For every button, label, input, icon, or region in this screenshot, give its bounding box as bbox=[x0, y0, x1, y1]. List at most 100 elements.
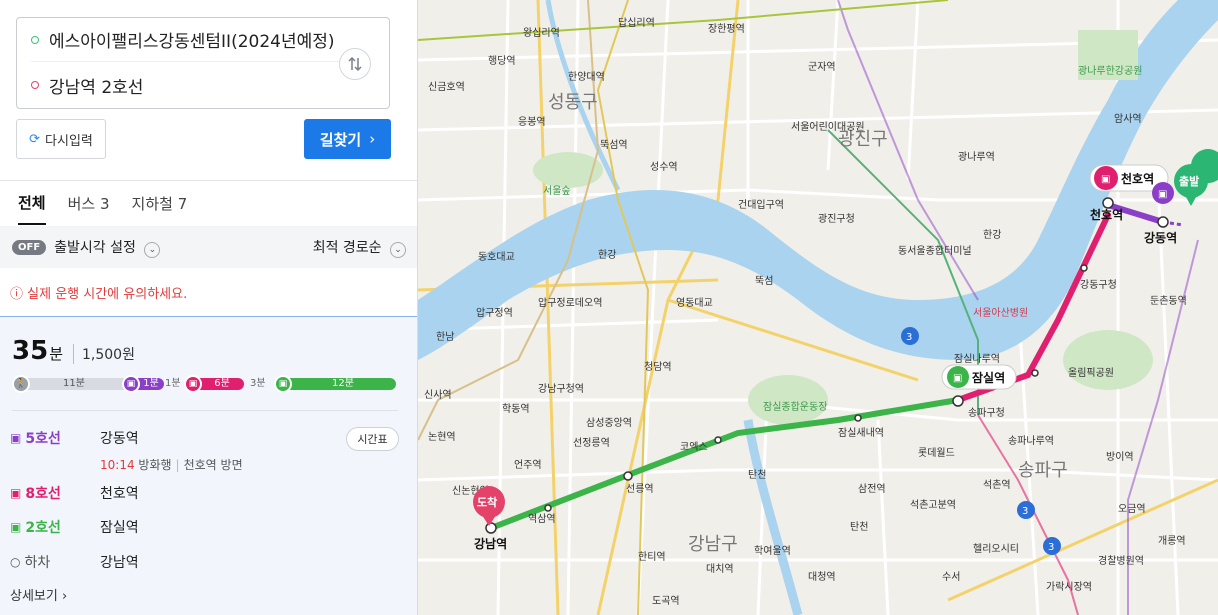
walk-icon: 🚶 bbox=[12, 375, 30, 393]
step-station: 강남역 bbox=[100, 555, 139, 571]
place-label: 잠실종합운동장 bbox=[763, 401, 827, 413]
route-search-box: 에스아이팰리스강동센텀II(2024년예정) 강남역 2호선 bbox=[16, 17, 390, 109]
station-label: 성수역 bbox=[650, 161, 678, 173]
station-label: 청담역 bbox=[644, 361, 672, 373]
station-label: 잠실나루역 bbox=[954, 353, 1000, 365]
station-label: 학여울역 bbox=[754, 545, 791, 557]
place-label: 롯데월드 bbox=[918, 447, 955, 459]
subway-line5-icon: ▣ bbox=[122, 375, 140, 393]
place-label: 서울어린이대공원 bbox=[791, 121, 865, 133]
station-label: 경찰병원역 bbox=[1098, 554, 1144, 567]
departure-toggle[interactable]: OFF bbox=[12, 239, 47, 255]
notice-message: 실제 운행 시간에 유의하세요. bbox=[27, 287, 188, 302]
next-station: 천호역 방면 bbox=[183, 458, 243, 472]
bridge-label: 영동대교 bbox=[676, 297, 713, 309]
sort-select[interactable]: 최적 경로순 ⌄ bbox=[313, 237, 406, 258]
bridge-label: 동호대교 bbox=[478, 251, 515, 263]
notice-text: ⓘ 실제 운행 시간에 유의하세요. bbox=[10, 283, 187, 302]
station-label: 장한평역 bbox=[708, 23, 745, 35]
reset-button[interactable]: ⟳ 다시입력 bbox=[16, 119, 106, 159]
chevron-down-icon: ⌄ bbox=[144, 241, 161, 258]
circle-icon: ○ bbox=[10, 555, 21, 569]
warning-icon: ⓘ bbox=[10, 287, 24, 302]
step-line-label: 8호선 bbox=[25, 486, 61, 502]
station-label: 한티역 bbox=[638, 551, 666, 563]
train-icon: ▣ bbox=[10, 431, 22, 445]
station-label: 논현역 bbox=[428, 431, 456, 443]
route-options-bar: OFF 출발시각 설정 ⌄ 최적 경로순 ⌄ bbox=[0, 226, 417, 268]
step-station: 잠실역 bbox=[100, 520, 139, 536]
place-label: 강동구청 bbox=[1080, 279, 1117, 291]
station-label: 방이역 bbox=[1106, 451, 1134, 463]
station-label: 암사역 bbox=[1114, 113, 1142, 125]
svg-text:3: 3 bbox=[1048, 542, 1054, 553]
tab-all[interactable]: 전체 bbox=[18, 181, 46, 225]
station-label: 군자역 bbox=[808, 61, 836, 73]
map-canvas[interactable]: 성동구 광진구 송파구 강남구 왕십리역 답십리역 장한평역 군자역 행당역 한… bbox=[418, 0, 1218, 615]
cheonho-callout-label: 천호역 bbox=[1121, 171, 1154, 186]
chevron-right-icon: › bbox=[369, 130, 376, 148]
step-line-label: 2호선 bbox=[25, 520, 61, 536]
station-label: 강남구청역 bbox=[538, 383, 584, 395]
station-label: 신사역 bbox=[424, 389, 452, 401]
jamsil-callout[interactable]: ▣ 잠실역 bbox=[941, 364, 1017, 390]
transfer-time-2: 3분 bbox=[250, 378, 266, 389]
line2-time: 12분 bbox=[332, 378, 354, 389]
details-label: 상세보기 bbox=[10, 589, 58, 604]
river-label: 한강 bbox=[983, 229, 1001, 241]
train-icon: ▣ bbox=[10, 520, 22, 534]
station-label: 대청역 bbox=[808, 571, 836, 583]
map-view[interactable]: 성동구 광진구 송파구 강남구 왕십리역 답십리역 장한평역 군자역 행당역 한… bbox=[418, 0, 1218, 615]
place-label: 송파구청 bbox=[968, 407, 1005, 419]
station-label: 송파나루역 bbox=[1008, 435, 1054, 447]
place-label: 서울아산병원 bbox=[973, 307, 1028, 319]
start-marker-label: 출발 bbox=[1179, 174, 1199, 188]
arrival-time: 10:14 bbox=[100, 458, 135, 472]
station-label: 왕십리역 bbox=[523, 27, 560, 39]
arrival-info: 10:14 방화행 | 천호역 방면 bbox=[100, 458, 243, 472]
time-unit: 분 bbox=[49, 345, 63, 363]
gangdong-label: 강동역 bbox=[1144, 230, 1177, 245]
subway-line8-icon: ▣ bbox=[184, 375, 202, 393]
river-label: 한강 bbox=[598, 249, 616, 261]
river-label: 탄천 bbox=[850, 521, 868, 533]
svg-text:3: 3 bbox=[1022, 506, 1028, 517]
station-label: 압구정역 bbox=[476, 306, 513, 319]
chevron-right-icon: › bbox=[61, 589, 68, 604]
route-timeline-bar: 11분 🚶 1분 ▣ 1분 6분 ▣ 3분 12분 ▣ bbox=[12, 375, 398, 393]
station-label: 광나루역 bbox=[958, 151, 995, 163]
route-card[interactable]: 35 분 1,500원 11분 🚶 1분 ▣ 1분 6분 ▣ 3분 12분 ▣ … bbox=[0, 316, 417, 615]
divider bbox=[12, 410, 398, 411]
station-label: 응봉역 bbox=[518, 116, 546, 128]
find-route-button[interactable]: 길찾기 › bbox=[304, 119, 391, 159]
route-type-tabs: 전체 버스 3 지하철 7 bbox=[0, 181, 417, 225]
station-label: 건대입구역 bbox=[738, 198, 784, 211]
station-label: 선정릉역 bbox=[573, 437, 610, 449]
station-label: 선릉역 bbox=[626, 483, 654, 495]
step-station: 천호역 bbox=[100, 486, 139, 502]
goal-input[interactable]: 강남역 2호선 bbox=[31, 63, 341, 107]
swap-icon bbox=[348, 56, 362, 72]
river-label: 탄천 bbox=[748, 469, 766, 481]
timetable-button[interactable]: 시간표 bbox=[346, 427, 399, 451]
station-label: 석촌고분역 bbox=[910, 499, 956, 511]
goal-dot-icon bbox=[31, 81, 39, 89]
swap-button[interactable] bbox=[339, 48, 371, 80]
tab-subway[interactable]: 지하철 7 bbox=[132, 181, 188, 225]
station-label: 뚝섬역 bbox=[600, 139, 628, 151]
district-label: 강남구 bbox=[688, 534, 738, 555]
departure-time-setting[interactable]: 출발시각 설정 ⌄ bbox=[54, 237, 161, 258]
goal-input-value: 강남역 2호선 bbox=[49, 77, 144, 98]
subway-line2-icon: ▣ bbox=[274, 375, 292, 393]
route-search-panel: 에스아이팰리스강동센텀II(2024년예정) 강남역 2호선 ⟳ 다시입력 길찾… bbox=[0, 0, 418, 615]
train-icon: ▣ bbox=[10, 486, 22, 500]
station-label: 삼전역 bbox=[858, 483, 886, 495]
find-route-label: 길찾기 bbox=[319, 130, 362, 149]
cheonho-small-label: 천호역 bbox=[1090, 207, 1123, 222]
station-label: 잠실새내역 bbox=[838, 427, 884, 439]
start-input[interactable]: 에스아이팰리스강동센텀II(2024년예정) bbox=[31, 18, 341, 62]
place-label: 올림픽공원 bbox=[1068, 367, 1114, 379]
step-line-label: 5호선 bbox=[25, 431, 61, 447]
details-link[interactable]: 상세보기 › bbox=[10, 585, 67, 604]
tab-bus[interactable]: 버스 3 bbox=[68, 181, 110, 225]
